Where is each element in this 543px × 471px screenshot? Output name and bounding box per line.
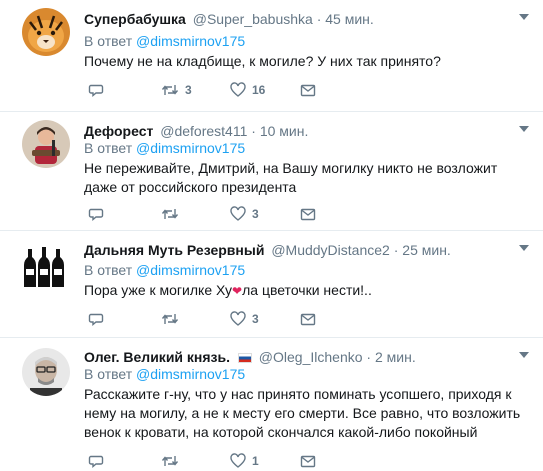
- separator-dot: ·: [366, 349, 372, 365]
- dm-button[interactable]: [300, 80, 316, 100]
- tweet-header: Олег. Великий князь. @Oleg_Ilchenko · 2 …: [84, 348, 416, 366]
- avatar-oleg[interactable]: [22, 348, 70, 396]
- reply-context: В ответ @dimsmirnov175: [84, 261, 245, 279]
- like-button[interactable]: 3: [230, 309, 259, 329]
- reply-icon: [88, 208, 104, 221]
- like-count: 16: [252, 83, 266, 97]
- reply-icon: [88, 84, 104, 97]
- tweet-actions: 3: [84, 204, 414, 224]
- reply-button[interactable]: [88, 204, 110, 224]
- tweet-4[interactable]: Олег. Великий князь. @Oleg_Ilchenko · 2 …: [0, 338, 543, 471]
- reply-button[interactable]: [88, 80, 110, 100]
- tweet-3[interactable]: Дальняя Муть Резервный @MuddyDistance2 ·…: [0, 231, 543, 338]
- avatar-muddydistance[interactable]: [22, 243, 70, 291]
- heart-emoji: ❤: [232, 284, 243, 298]
- tweet-header: Дефорест @deforest411 · 10 мин.: [84, 122, 308, 140]
- tweet-header: Супербабушка @Super_babushka · 45 мин.: [84, 10, 374, 28]
- tweet-text-part: ла цветочки нести!..: [242, 282, 372, 298]
- reply-context: В ответ @dimsmirnov175: [84, 32, 245, 50]
- reply-prefix: В ответ: [84, 33, 133, 49]
- author-handle[interactable]: @MuddyDistance2: [271, 242, 390, 258]
- timestamp[interactable]: 2 мин.: [375, 349, 416, 365]
- timestamp[interactable]: 25 мин.: [402, 242, 451, 258]
- tweet-header: Дальняя Муть Резервный @MuddyDistance2 ·…: [84, 241, 451, 259]
- author-name[interactable]: Супербабушка: [84, 11, 186, 27]
- dm-icon: [300, 313, 316, 326]
- caret-down-icon[interactable]: [519, 126, 529, 132]
- like-button[interactable]: 16: [230, 80, 265, 100]
- like-icon: [230, 82, 246, 97]
- tweet-text-part: Пора уже к могилке Ху: [84, 282, 233, 298]
- tweet-text: Почему не на кладбище, к могиле? У них т…: [84, 53, 441, 69]
- dm-button[interactable]: [300, 451, 316, 471]
- dm-icon: [300, 455, 316, 468]
- retweet-icon: [161, 456, 179, 466]
- retweet-button[interactable]: [161, 204, 185, 224]
- retweet-count: 3: [185, 83, 192, 97]
- avatar-superbabushka[interactable]: [22, 8, 70, 56]
- reply-mention[interactable]: @dimsmirnov175: [136, 140, 245, 156]
- reply-button[interactable]: [88, 309, 110, 329]
- separator-dot: ·: [393, 242, 399, 258]
- retweet-button[interactable]: 3: [161, 80, 192, 100]
- reply-context: В ответ @dimsmirnov175: [84, 139, 245, 157]
- tweet-2[interactable]: Дефорест @deforest411 · 10 мин. В ответ …: [0, 112, 543, 231]
- retweet-button[interactable]: [161, 451, 185, 471]
- like-count: 3: [252, 312, 259, 326]
- russia-flag-icon: [237, 353, 252, 364]
- reply-feed: Супербабушка @Super_babushka · 45 мин. В…: [0, 0, 543, 471]
- author-handle[interactable]: @Oleg_Ilchenko: [259, 349, 363, 365]
- reply-icon: [88, 313, 104, 326]
- reply-context: В ответ @dimsmirnov175: [84, 365, 245, 383]
- separator-dot: ·: [316, 11, 322, 27]
- reply-prefix: В ответ: [84, 262, 133, 278]
- reply-mention[interactable]: @dimsmirnov175: [136, 262, 245, 278]
- retweet-button[interactable]: [161, 309, 185, 329]
- like-count: 3: [252, 207, 259, 221]
- tweet-actions: 3: [84, 309, 414, 329]
- caret-down-icon[interactable]: [519, 14, 529, 20]
- tweet-actions: 1: [84, 451, 414, 471]
- timestamp[interactable]: 10 мин.: [260, 123, 309, 139]
- tweet-1[interactable]: Супербабушка @Super_babushka · 45 мин. В…: [0, 0, 543, 112]
- reply-prefix: В ответ: [84, 366, 133, 382]
- dm-icon: [300, 84, 316, 97]
- dm-button[interactable]: [300, 204, 316, 224]
- reply-icon: [88, 455, 104, 468]
- reply-mention[interactable]: @dimsmirnov175: [136, 33, 245, 49]
- dm-icon: [300, 208, 316, 221]
- caret-down-icon[interactable]: [519, 245, 529, 251]
- tweet-text: Пора уже к могилке Ху❤ла цветочки нести!…: [84, 281, 523, 301]
- author-handle[interactable]: @Super_babushka: [193, 11, 313, 27]
- dm-button[interactable]: [300, 309, 316, 329]
- retweet-icon: [161, 85, 179, 95]
- reply-prefix: В ответ: [84, 140, 133, 156]
- avatar-deforest[interactable]: [22, 120, 70, 168]
- like-button[interactable]: 1: [230, 451, 259, 471]
- tweet-actions: 3 16: [84, 80, 414, 100]
- tweet-text: Не переживайте, Дмитрий, на Вашу могилку…: [84, 160, 498, 195]
- caret-down-icon[interactable]: [519, 352, 529, 358]
- like-icon: [230, 311, 246, 326]
- like-icon: [230, 453, 246, 468]
- author-name[interactable]: Дальняя Муть Резервный: [84, 242, 264, 258]
- like-button[interactable]: 3: [230, 204, 259, 224]
- tweet-text: Расскажите г-ну, что у нас принято помин…: [84, 386, 521, 440]
- like-count: 1: [252, 454, 259, 468]
- retweet-icon: [161, 209, 179, 219]
- author-name[interactable]: Олег. Великий князь.: [84, 349, 230, 365]
- author-handle[interactable]: @deforest411: [160, 123, 247, 139]
- retweet-icon: [161, 314, 179, 324]
- separator-dot: ·: [251, 123, 256, 139]
- reply-mention[interactable]: @dimsmirnov175: [136, 366, 245, 382]
- like-icon: [230, 206, 246, 221]
- author-name[interactable]: Дефорест: [84, 123, 153, 139]
- timestamp[interactable]: 45 мин.: [325, 11, 374, 27]
- reply-button[interactable]: [88, 451, 110, 471]
